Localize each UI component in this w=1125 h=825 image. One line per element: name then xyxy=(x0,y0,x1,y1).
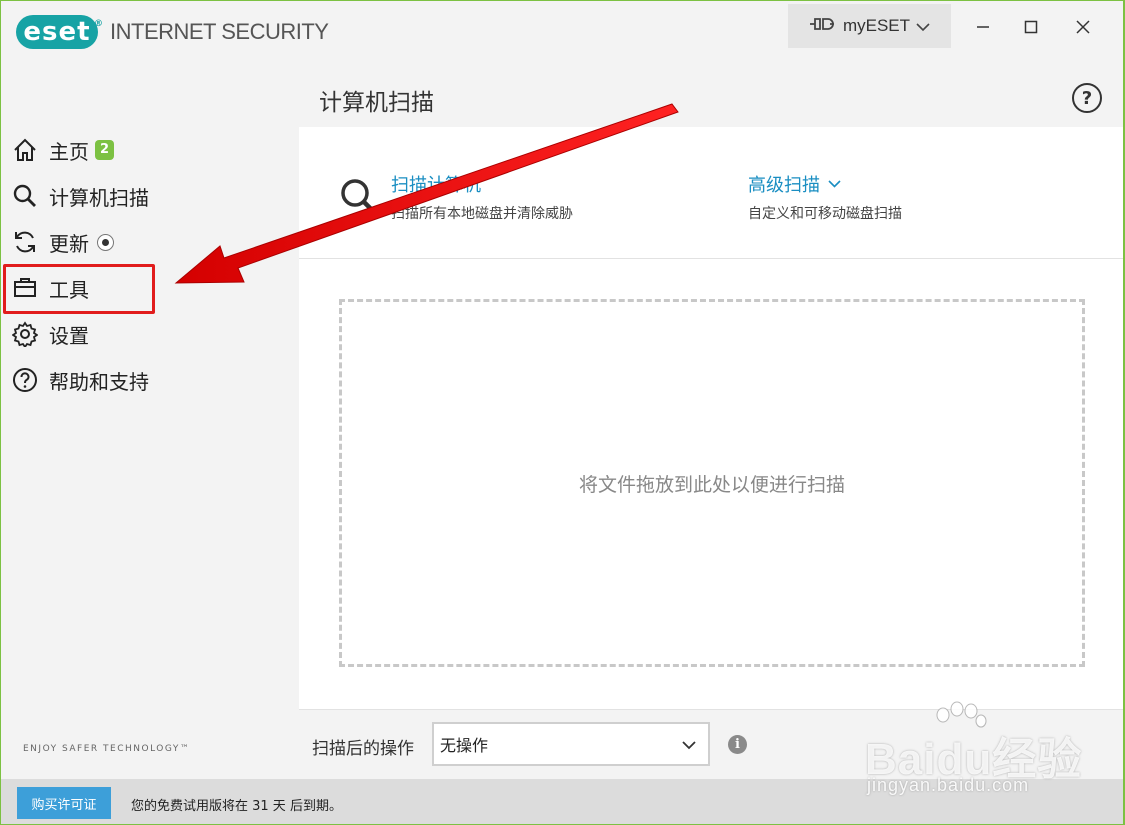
advanced-scan-desc: 自定义和可移动磁盘扫描 xyxy=(748,206,902,222)
sidebar-item-home[interactable]: 主页 2 xyxy=(11,133,115,167)
help-button[interactable]: ? xyxy=(1072,83,1102,113)
sidebar: 主页 2 计算机扫描 更新 工具 设置 帮助和支持 ENJOY SAFER TE… xyxy=(1,69,299,779)
home-icon xyxy=(11,136,39,164)
update-status-icon xyxy=(97,233,114,251)
question-icon: ? xyxy=(1081,87,1093,109)
gear-icon xyxy=(11,320,39,348)
main-header: 计算机扫描 ? xyxy=(299,69,1123,127)
tagline: ENJOY SAFER TECHNOLOGY™ xyxy=(23,744,191,754)
eset-logo-badge: eset ® xyxy=(16,15,103,49)
watermark-url: jingyan.baidu.com xyxy=(867,775,1030,795)
scan-computer-desc: 扫描所有本地磁盘并清除威胁 xyxy=(391,206,573,222)
sidebar-item-update[interactable]: 更新 xyxy=(11,225,114,259)
sidebar-item-label: 主页 xyxy=(49,139,89,164)
notification-badge: 2 xyxy=(95,140,115,160)
file-drop-zone[interactable]: 将文件拖放到此处以便进行扫描 xyxy=(339,299,1085,667)
advanced-scan-option[interactable]: 高级扫描 自定义和可移动磁盘扫描 xyxy=(748,171,902,223)
trial-status-text: 您的免费试用版将在 31 天 后到期。 xyxy=(131,799,342,814)
dropzone-text: 将文件拖放到此处以便进行扫描 xyxy=(578,473,845,496)
help-icon xyxy=(11,366,39,394)
sidebar-item-help[interactable]: 帮助和支持 xyxy=(11,363,149,397)
sidebar-item-label: 更新 xyxy=(49,231,89,256)
info-icon[interactable]: i xyxy=(728,735,747,754)
sidebar-item-settings[interactable]: 设置 xyxy=(11,317,89,351)
sidebar-item-label: 帮助和支持 xyxy=(49,369,149,394)
sidebar-item-label: 设置 xyxy=(49,323,89,348)
sidebar-item-label: 计算机扫描 xyxy=(49,185,149,210)
scan-options: 扫描计算机 扫描所有本地磁盘并清除威胁 高级扫描 自定义和可移动磁盘扫描 xyxy=(299,127,1123,259)
highlight-box xyxy=(3,264,155,314)
plug-icon xyxy=(809,16,835,36)
close-button[interactable] xyxy=(1063,11,1103,43)
product-name: INTERNET SECURITY xyxy=(110,19,329,44)
maximize-icon xyxy=(1024,20,1038,34)
search-icon xyxy=(339,177,379,221)
sidebar-item-computer-scan[interactable]: 计算机扫描 xyxy=(11,179,149,213)
title-bar: eset ® INTERNET SECURITY myESET xyxy=(1,1,1123,69)
myeset-label: myESET xyxy=(842,16,911,35)
chevron-down-icon xyxy=(828,179,841,189)
after-scan-value: 无操作 xyxy=(440,736,489,755)
maximize-button[interactable] xyxy=(1011,11,1051,43)
chevron-down-icon xyxy=(682,737,696,756)
minimize-button[interactable] xyxy=(963,11,1003,43)
scan-computer-option[interactable]: 扫描计算机 扫描所有本地磁盘并清除威胁 xyxy=(391,171,573,223)
advanced-scan-title: 高级扫描 xyxy=(748,175,820,196)
page-title: 计算机扫描 xyxy=(319,90,434,116)
search-icon xyxy=(11,182,39,210)
watermark: Baidu经验 jingyan.baidu.com xyxy=(861,701,1121,801)
eset-logo: eset ® INTERNET SECURITY xyxy=(16,15,329,49)
after-scan-label: 扫描后的操作 xyxy=(312,739,414,759)
advanced-scan-link[interactable]: 高级扫描 xyxy=(748,171,902,197)
after-scan-select[interactable]: 无操作 xyxy=(432,722,710,766)
buy-license-button[interactable]: 购买许可证 xyxy=(17,787,111,819)
logo-text: eset xyxy=(23,17,91,47)
chevron-down-icon xyxy=(916,19,930,33)
main-panel: 计算机扫描 ? 扫描计算机 扫描所有本地磁盘并清除威胁 高级扫描 自定义和可移动… xyxy=(299,69,1123,779)
minimize-icon xyxy=(977,26,989,28)
app-window: eset ® INTERNET SECURITY myESET 主页 2 计算机… xyxy=(0,0,1125,825)
close-icon xyxy=(1076,20,1090,34)
myeset-button[interactable]: myESET xyxy=(788,4,951,48)
scan-computer-link[interactable]: 扫描计算机 xyxy=(391,171,573,197)
refresh-icon xyxy=(11,228,39,256)
